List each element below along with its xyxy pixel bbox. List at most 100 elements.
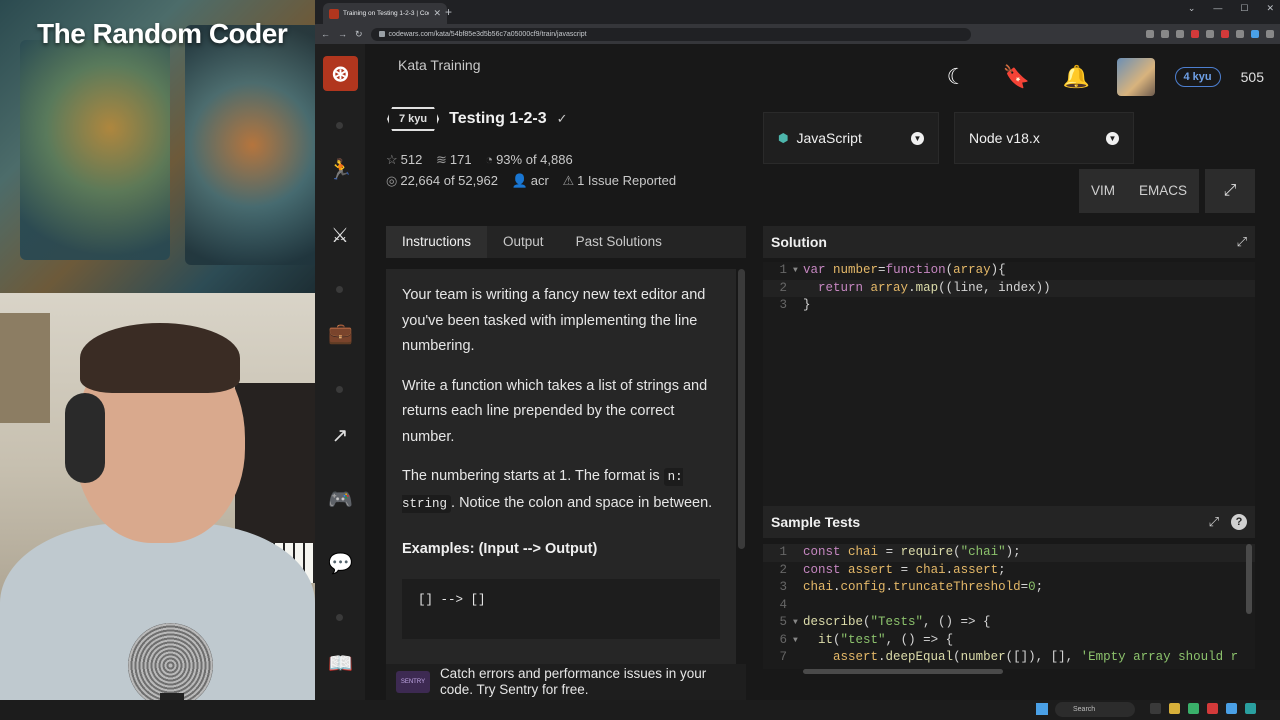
taskbar-search[interactable]: Search bbox=[1055, 702, 1135, 717]
url-field[interactable]: codewars.com/kata/54bf85e3d5b56c7a05000c… bbox=[370, 27, 971, 41]
sample-tests-header: Sample Tests ⤢ ? bbox=[763, 506, 1255, 538]
discord-icon[interactable]: 🎮 bbox=[328, 488, 353, 512]
star-icon[interactable]: ☆ bbox=[386, 152, 398, 167]
tab-title: Training on Testing 1-2-3 | Codewars bbox=[343, 10, 429, 17]
headphones bbox=[65, 393, 105, 483]
app-icon[interactable] bbox=[1207, 703, 1218, 714]
expand-icon[interactable]: ⤢ bbox=[1209, 514, 1219, 530]
bookmark-star-icon[interactable] bbox=[1176, 30, 1184, 38]
instructions-panel: Your team is writing a fancy new text ed… bbox=[386, 269, 736, 664]
app-icon[interactable] bbox=[1188, 703, 1199, 714]
tab-output[interactable]: Output bbox=[487, 226, 560, 258]
code-line: 7 assert.deepEqual(number([]), [], 'Empt… bbox=[779, 650, 1239, 664]
codewars-logo-icon[interactable]: ⊛ bbox=[323, 56, 358, 91]
extensions-puzzle-icon[interactable] bbox=[1236, 30, 1244, 38]
instructions-paragraph: Your team is writing a fancy new text ed… bbox=[402, 287, 706, 354]
reload-icon[interactable]: ↻ bbox=[355, 29, 363, 40]
solution-editor[interactable]: 1 ▼ var number=function(array){ 2 return a… bbox=[763, 262, 1255, 522]
author-name[interactable]: acr bbox=[531, 173, 549, 188]
browser-tab[interactable]: Training on Testing 1-2-3 | Codewars ✕ bbox=[323, 3, 447, 24]
zoom-icon[interactable] bbox=[1146, 30, 1154, 38]
kyu-badge: 7 kyu bbox=[387, 107, 440, 131]
windows-start-icon[interactable] bbox=[1036, 703, 1048, 715]
new-tab-icon[interactable]: + bbox=[445, 5, 452, 19]
code-line: 2 return array.map((line, index)) bbox=[763, 279, 1255, 297]
notifications-bell-icon[interactable]: 🔔 bbox=[1057, 64, 1097, 90]
collections-icon[interactable]: ≋ bbox=[436, 152, 447, 167]
editor-mode-bar: VIM EMACS ⤢ bbox=[1079, 169, 1256, 213]
os-taskbar: Search bbox=[0, 700, 1280, 720]
dark-mode-moon-icon[interactable]: ☾ bbox=[937, 64, 977, 90]
fullscreen-icon[interactable]: ⤢ bbox=[1205, 169, 1256, 213]
maximize-icon[interactable]: ☐ bbox=[1240, 3, 1248, 14]
solution-header: Solution ⤢ bbox=[763, 226, 1255, 258]
file-explorer-icon[interactable] bbox=[1169, 703, 1180, 714]
sample-tests-hscrollbar[interactable] bbox=[803, 669, 1003, 674]
rank-badge[interactable]: 4 kyu bbox=[1174, 67, 1221, 87]
minimize-icon[interactable]: — bbox=[1213, 3, 1222, 14]
practice-icon[interactable]: ⚔ bbox=[328, 224, 352, 248]
help-icon[interactable]: ? bbox=[1231, 514, 1247, 530]
training-icon[interactable]: 🏃 bbox=[328, 158, 353, 182]
chevron-down-icon[interactable]: ⌄ bbox=[1188, 3, 1196, 14]
monitor-image bbox=[185, 25, 315, 265]
ad-text: Catch errors and performance issues in y… bbox=[439, 666, 707, 697]
back-icon[interactable]: ← bbox=[321, 29, 330, 39]
breadcrumb: Kata Training bbox=[398, 57, 481, 73]
version-value: Node v18.x bbox=[969, 130, 1040, 146]
side-nav: ⊛ 🏃 ⚔ 💼 ↗ 🎮 💬 📖 bbox=[315, 44, 365, 700]
sample-tests-scrollbar[interactable] bbox=[1246, 544, 1252, 614]
app-icon[interactable] bbox=[1245, 703, 1256, 714]
code-line: 1 const chai = require("chai"); bbox=[763, 544, 1255, 562]
extensions-area bbox=[1146, 30, 1274, 38]
chevron-down-icon: ▼ bbox=[1106, 131, 1119, 145]
extension-icon[interactable] bbox=[1221, 30, 1229, 38]
chat-icon[interactable]: 💬 bbox=[328, 552, 353, 576]
close-tab-icon[interactable]: ✕ bbox=[433, 8, 441, 19]
collections-count: 171 bbox=[449, 152, 472, 167]
close-window-icon[interactable]: ✕ bbox=[1266, 3, 1274, 14]
menu-dots-icon[interactable] bbox=[1266, 30, 1274, 38]
emacs-mode-button[interactable]: EMACS bbox=[1127, 169, 1200, 213]
sentry-ad[interactable]: SENTRY Catch errors and performance issu… bbox=[386, 664, 746, 700]
bookshelf bbox=[0, 313, 50, 423]
nav-separator-dot bbox=[336, 614, 343, 621]
version-select[interactable]: Node v18.x ▼ bbox=[954, 112, 1134, 164]
avatar[interactable] bbox=[1116, 58, 1155, 96]
nav-separator-dot bbox=[336, 386, 343, 393]
kata-title[interactable]: Testing 1-2-3 bbox=[449, 110, 547, 128]
forward-icon[interactable]: → bbox=[338, 29, 347, 39]
instructions-text: . Notice the colon and space in between. bbox=[451, 494, 713, 511]
language-select[interactable]: ⬢ JavaScript ▼ bbox=[763, 112, 939, 164]
sample-tests-editor[interactable]: 1 const chai = require("chai"); 2 const as… bbox=[763, 544, 1255, 669]
satisfaction-icon: ◔ bbox=[485, 152, 494, 167]
vim-mode-button[interactable]: VIM bbox=[1079, 169, 1128, 213]
issues-link[interactable]: 1 Issue Reported bbox=[577, 173, 676, 188]
tab-past-solutions[interactable]: Past Solutions bbox=[560, 226, 678, 258]
trending-icon[interactable]: ↗ bbox=[328, 424, 352, 448]
briefcase-icon[interactable]: 💼 bbox=[328, 322, 353, 346]
extension-icon[interactable] bbox=[1206, 30, 1214, 38]
language-value: JavaScript bbox=[796, 130, 862, 146]
completed-icon: ◎ bbox=[386, 173, 398, 188]
code-line: 4 bbox=[779, 597, 787, 612]
code-line: 3} bbox=[779, 298, 811, 312]
bookmark-icon[interactable]: 🔖 bbox=[997, 64, 1037, 90]
instructions-scrollbar[interactable] bbox=[738, 269, 745, 549]
completed-count: 22,664 of 52,962 bbox=[400, 173, 498, 188]
extension-icon[interactable] bbox=[1191, 30, 1199, 38]
code-line: 5 ▼ describe("Tests", () => { bbox=[779, 615, 991, 629]
chrome-icon[interactable] bbox=[1226, 703, 1237, 714]
profile-icon[interactable] bbox=[1251, 30, 1259, 38]
nav-separator-dot bbox=[336, 286, 343, 293]
top-actions: ☾ 🔖 🔔 4 kyu 505 bbox=[937, 58, 1264, 96]
share-icon[interactable] bbox=[1161, 30, 1169, 38]
tab-instructions[interactable]: Instructions bbox=[386, 226, 488, 258]
docs-book-icon[interactable]: 📖 bbox=[328, 652, 353, 676]
chevron-down-icon: ▼ bbox=[911, 131, 924, 145]
instruction-tabs: Instructions Output Past Solutions bbox=[386, 226, 746, 258]
instructions-paragraph: Write a function which takes a list of s… bbox=[402, 377, 708, 445]
top-bar: Kata Training ☾ 🔖 🔔 4 kyu 505 bbox=[365, 44, 1280, 104]
task-view-icon[interactable] bbox=[1150, 703, 1161, 714]
expand-icon[interactable]: ⤢ bbox=[1237, 234, 1247, 250]
